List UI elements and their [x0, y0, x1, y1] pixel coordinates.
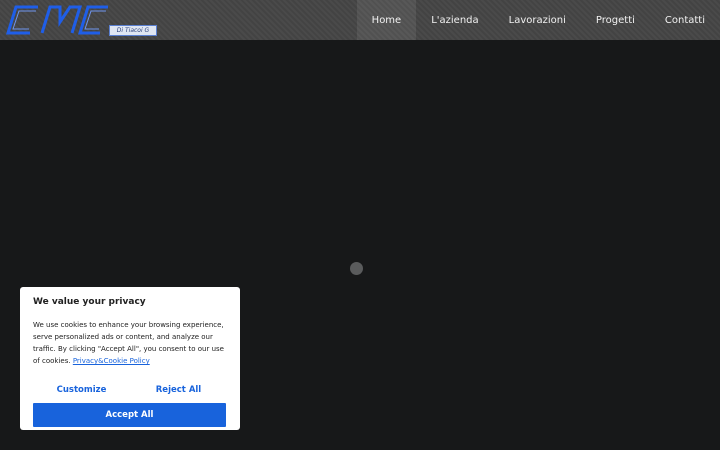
loading-spinner-icon	[350, 262, 363, 275]
nav-progetti[interactable]: Progetti	[581, 0, 650, 40]
nav-lavorazioni[interactable]: Lavorazioni	[494, 0, 581, 40]
cookie-title: We value your privacy	[33, 297, 146, 307]
privacy-policy-link[interactable]: Privacy&Cookie Policy	[73, 357, 150, 365]
cookie-text: We use cookies to enhance your browsing …	[33, 319, 227, 367]
main-nav: Home L'azienda Lavorazioni Progetti Cont…	[356, 0, 720, 40]
site-header: Di Tiacoi G Home L'azienda Lavorazioni P…	[0, 0, 720, 40]
logo[interactable]: Di Tiacoi G	[4, 2, 157, 38]
nav-home[interactable]: Home	[356, 0, 417, 40]
cookie-consent-banner: We value your privacy We use cookies to …	[20, 287, 240, 430]
logo-tagline: Di Tiacoi G	[109, 25, 157, 36]
page: Di Tiacoi G Home L'azienda Lavorazioni P…	[0, 0, 720, 450]
customize-button[interactable]: Customize	[33, 381, 130, 399]
cookie-secondary-buttons: Customize Reject All	[33, 381, 227, 399]
nav-contatti[interactable]: Contatti	[650, 0, 720, 40]
nav-azienda[interactable]: L'azienda	[416, 0, 493, 40]
accept-all-button[interactable]: Accept All	[33, 403, 226, 427]
reject-all-button[interactable]: Reject All	[130, 381, 227, 399]
logo-mark	[5, 5, 108, 35]
